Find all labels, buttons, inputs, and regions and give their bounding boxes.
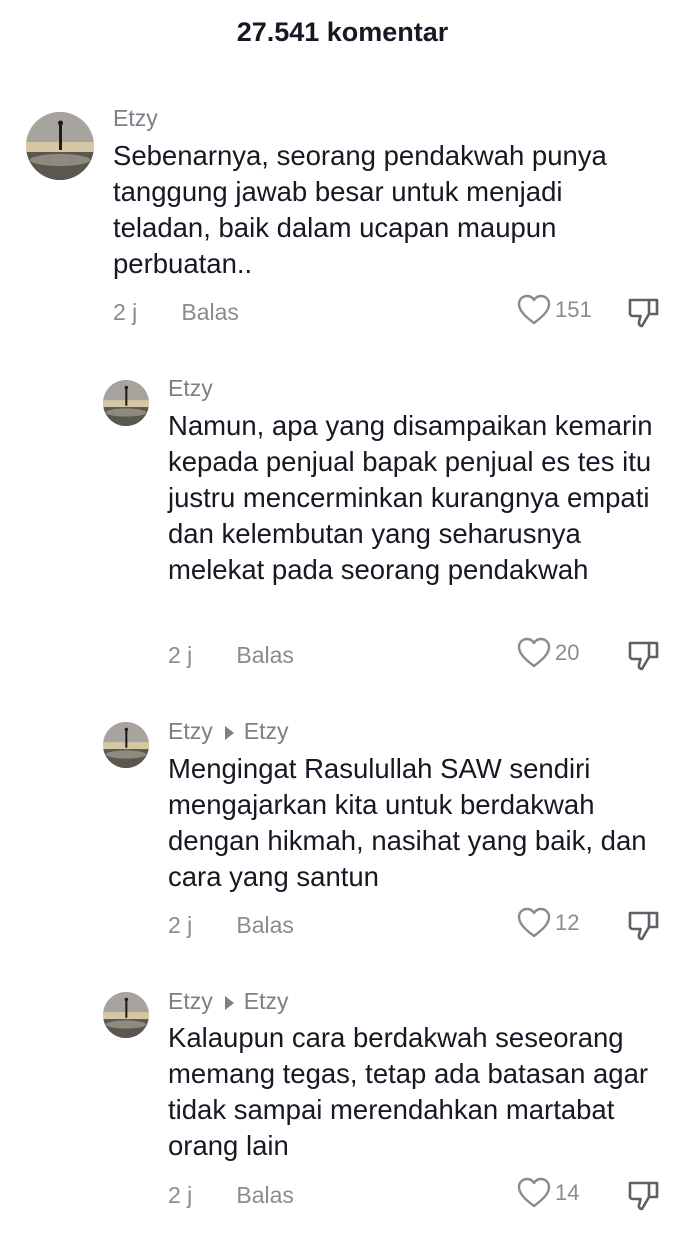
comment-author[interactable]: Etzy Etzy (168, 717, 288, 745)
avatar-image (26, 112, 94, 180)
comment-text: Mengingat Rasulullah SAW sendiri mengaja… (168, 753, 647, 892)
like-count: 20 (555, 640, 580, 665)
like-button[interactable]: 151 (517, 294, 592, 326)
avatar-image (103, 380, 149, 426)
avatar[interactable] (103, 992, 149, 1038)
comment-time: 2 j (113, 299, 138, 325)
dislike-button[interactable] (627, 295, 661, 329)
reply-arrow-icon (224, 726, 234, 740)
avatar-image (103, 992, 149, 1038)
comment-author[interactable]: Etzy Etzy (168, 987, 288, 1015)
comments-count-title: 27.541 komentar (236, 17, 449, 47)
reply-button[interactable]: Balas (236, 912, 294, 938)
author-name[interactable]: Etzy (168, 375, 213, 401)
comment-meta: 2 j Balas (168, 1181, 294, 1209)
dislike-button[interactable] (627, 1178, 661, 1212)
heart-icon (517, 907, 551, 938)
thumbs-down-icon (628, 298, 659, 328)
comment-author[interactable]: Etzy (113, 104, 158, 132)
like-button[interactable]: 12 (517, 907, 579, 939)
avatar-image (103, 722, 149, 768)
comment-text: Namun, apa yang disampaikan kemarin kepa… (168, 410, 653, 585)
thumbs-down-icon (628, 911, 659, 941)
comment-meta: 2 j Balas (168, 911, 294, 939)
like-button[interactable]: 14 (517, 1177, 579, 1209)
reply-button[interactable]: Balas (236, 1182, 294, 1208)
comment-time: 2 j (168, 912, 193, 938)
like-count: 12 (555, 910, 580, 935)
reply-button[interactable]: Balas (236, 642, 294, 668)
comment-author[interactable]: Etzy (168, 374, 213, 402)
author-name[interactable]: Etzy (168, 718, 213, 744)
dislike-button[interactable] (627, 638, 661, 672)
dislike-button[interactable] (627, 908, 661, 942)
thumbs-down-icon (628, 1181, 659, 1211)
reply-arrow-icon (224, 996, 234, 1010)
reply-button[interactable]: Balas (181, 299, 239, 325)
avatar[interactable] (103, 722, 149, 768)
avatar[interactable] (103, 380, 149, 426)
comment-time: 2 j (168, 1182, 193, 1208)
avatar[interactable] (26, 112, 94, 180)
comment-text: Sebenarnya, seorang pendakwah punya tang… (113, 140, 607, 279)
comment-text: Kalaupun cara berdakwah seseorang memang… (168, 1022, 649, 1161)
thumbs-down-icon (628, 641, 659, 671)
heart-icon (517, 637, 551, 668)
comment-meta: 2 j Balas (168, 641, 294, 669)
reply-to-name[interactable]: Etzy (244, 718, 289, 744)
reply-to-name[interactable]: Etzy (244, 988, 289, 1014)
comment-time: 2 j (168, 642, 193, 668)
heart-icon (517, 1177, 551, 1208)
author-name[interactable]: Etzy (113, 105, 158, 131)
like-button[interactable]: 20 (517, 637, 579, 669)
heart-icon (517, 294, 551, 325)
author-name[interactable]: Etzy (168, 988, 213, 1014)
like-count: 151 (555, 297, 592, 322)
like-count: 14 (555, 1180, 580, 1205)
comment-meta: 2 j Balas (113, 298, 239, 326)
